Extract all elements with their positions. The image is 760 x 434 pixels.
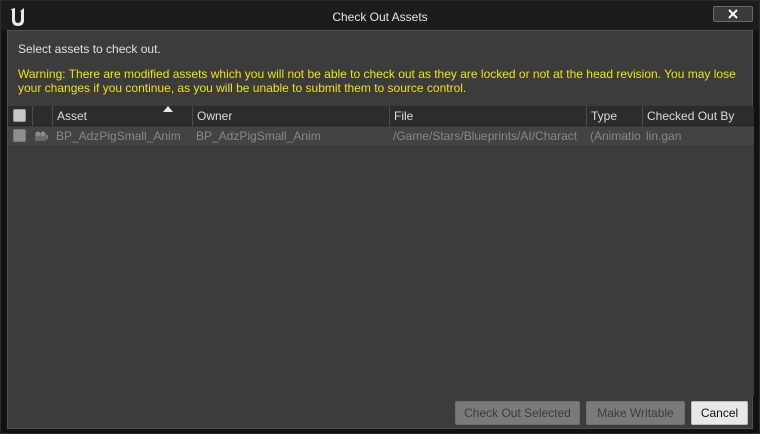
check-out-assets-window: Check Out Assets Select assets to check … bbox=[0, 0, 760, 434]
cell-type: (Animatio bbox=[590, 129, 641, 143]
close-icon bbox=[728, 9, 738, 19]
window-title: Check Out Assets bbox=[332, 10, 428, 24]
icon-column-header bbox=[32, 106, 52, 126]
close-button[interactable] bbox=[713, 6, 753, 22]
table-row[interactable]: BP_AdzPigSmall_Anim BP_AdzPigSmall_Anim … bbox=[8, 127, 754, 145]
row-checkbox[interactable] bbox=[13, 129, 26, 142]
column-header-type[interactable]: Type bbox=[586, 106, 642, 126]
assets-table: Asset Owner File Type Checked Out By BP_… bbox=[8, 106, 754, 396]
title-bar[interactable]: Check Out Assets bbox=[1, 1, 759, 31]
column-header-file-label: File bbox=[394, 109, 414, 123]
column-header-owner[interactable]: Owner bbox=[192, 106, 389, 126]
dialog-body: Select assets to check out. Warning: The… bbox=[7, 30, 754, 429]
cell-file: /Game/Stars/Blueprints/AI/Charact bbox=[393, 129, 578, 143]
column-header-checked-out-by-label: Checked Out By bbox=[647, 109, 735, 123]
column-header-checked-out-by[interactable]: Checked Out By bbox=[642, 106, 754, 126]
check-out-selected-button[interactable]: Check Out Selected bbox=[455, 401, 580, 425]
table-header: Asset Owner File Type Checked Out By bbox=[8, 106, 754, 126]
instructions-text: Select assets to check out. bbox=[18, 42, 161, 56]
cell-asset: BP_AdzPigSmall_Anim bbox=[56, 129, 181, 143]
make-writable-button[interactable]: Make Writable bbox=[586, 401, 685, 425]
cancel-button[interactable]: Cancel bbox=[691, 401, 748, 425]
warning-text: Warning: There are modified assets which… bbox=[18, 67, 736, 95]
cell-checked-out-by: lin.gan bbox=[646, 129, 682, 143]
column-header-file[interactable]: File bbox=[389, 106, 586, 126]
cell-owner: BP_AdzPigSmall_Anim bbox=[196, 129, 321, 143]
column-header-type-label: Type bbox=[591, 109, 618, 123]
animation-blueprint-icon bbox=[35, 131, 48, 141]
column-header-asset-label: Asset bbox=[57, 109, 88, 123]
column-header-asset[interactable]: Asset bbox=[52, 106, 192, 126]
sort-ascending-icon bbox=[163, 106, 173, 112]
select-all-column-header bbox=[8, 106, 32, 126]
select-all-checkbox[interactable] bbox=[13, 109, 26, 122]
column-header-owner-label: Owner bbox=[197, 109, 233, 123]
